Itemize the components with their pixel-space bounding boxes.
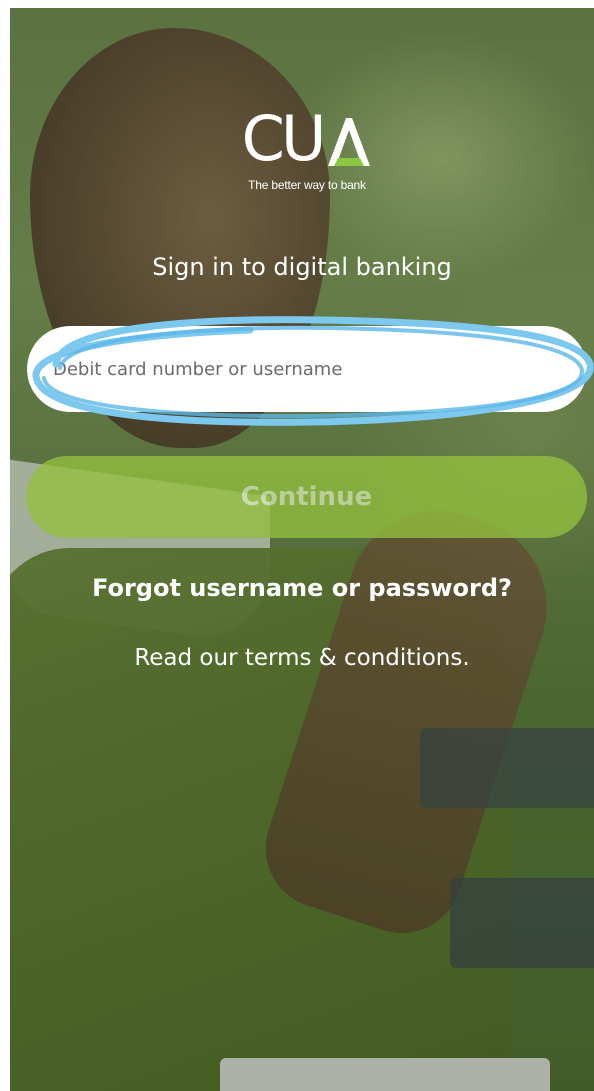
logo-letters: CU	[241, 102, 327, 175]
page-title: Sign in to digital banking	[152, 253, 452, 281]
highlight-annotation-circle	[32, 316, 594, 426]
forgot-credentials-link[interactable]: Forgot username or password?	[10, 574, 594, 602]
cua-logo: CU A The better way to bank	[232, 108, 382, 192]
logo-accent-a: A	[324, 114, 372, 170]
sign-in-screen: CU A The better way to bank Sign in to d…	[10, 8, 594, 1091]
continue-button[interactable]: Continue	[26, 456, 587, 538]
logo-wordmark: CU A	[242, 108, 373, 170]
terms-conditions-link[interactable]: Read our terms & conditions.	[10, 645, 594, 671]
logo-tagline: The better way to bank	[248, 178, 366, 192]
logo-a-icon	[328, 118, 371, 166]
